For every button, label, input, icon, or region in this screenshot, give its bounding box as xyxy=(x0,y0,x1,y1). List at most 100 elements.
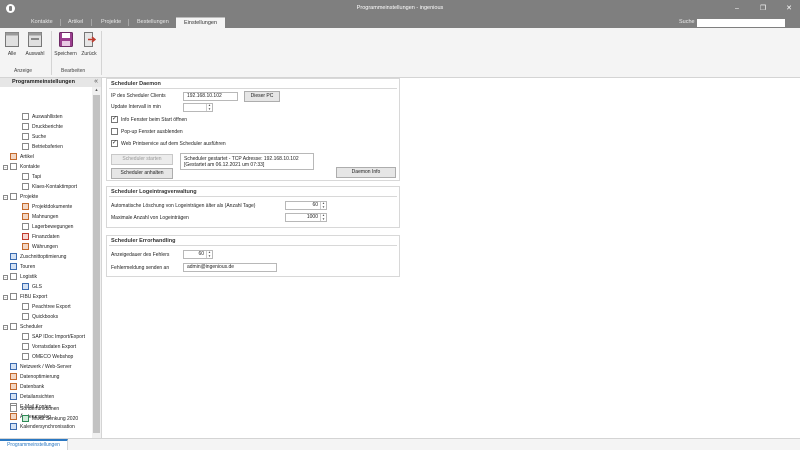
sidebar-item-sap-idoc[interactable]: SAP IDoc Import/Export xyxy=(22,333,85,342)
sidebar-item-scheduler[interactable]: Scheduler xyxy=(10,323,43,332)
sidebar-header: Programmeinstellungen « xyxy=(0,78,101,87)
sidebar-item-artikel[interactable]: Artikel xyxy=(10,153,34,162)
sidebar-item-waehrungen[interactable]: Währungen xyxy=(22,243,58,252)
show-selection-button[interactable]: Auswahl xyxy=(24,32,46,57)
show-all-button[interactable]: Alle xyxy=(4,32,20,57)
search-label: Suche xyxy=(679,19,695,25)
sidebar-item-gls[interactable]: GLS xyxy=(22,283,42,292)
sidebar-item-druckberichte[interactable]: Druckberichte xyxy=(22,123,63,132)
save-button[interactable]: Speichern xyxy=(53,32,78,57)
panel-title-log: Scheduler Logeintragverwaltung xyxy=(111,189,197,195)
sidebar-item-sonderfunktionen[interactable]: Sonderfunktionen xyxy=(3,405,59,414)
sidebar-item-mahnungen[interactable]: Mahnungen xyxy=(22,213,58,222)
scroll-up-icon[interactable]: ▲ xyxy=(92,87,101,94)
spinner-arrows-icon[interactable]: ▲ ▼ xyxy=(320,213,326,221)
spinner-arrows-icon[interactable]: ▲ ▼ xyxy=(320,201,326,209)
sidebar-item-auswahllisten[interactable]: Auswahllisten xyxy=(22,113,63,122)
sidebar-item-touren[interactable]: Touren xyxy=(10,263,35,272)
sidebar-item-vorratsdaten-export[interactable]: Vorratsdaten Export xyxy=(22,343,76,352)
collapse-logistik-icon[interactable]: − xyxy=(3,275,8,280)
spinner-arrows-icon[interactable]: ▲ ▼ xyxy=(206,250,212,258)
gls-icon xyxy=(22,283,29,291)
spinner-arrows-icon[interactable]: ▲ ▼ xyxy=(206,103,212,111)
interval-spinner[interactable]: ▲ ▼ xyxy=(183,103,213,112)
this-pc-button[interactable]: Dieser PC xyxy=(244,91,280,102)
sidebar-item-kontakte[interactable]: Kontakte xyxy=(10,163,40,172)
document-tab-strip: Programmeinstellungen xyxy=(0,438,800,450)
tab-bestellungen[interactable]: Bestellungen xyxy=(137,17,169,28)
group-separator xyxy=(101,31,102,75)
sidebar-item-netzwerk[interactable]: Netzwerk / Web-Server xyxy=(10,363,72,372)
collapse-fibu-icon[interactable]: − xyxy=(3,295,8,300)
sidebar-item-lagerbewegungen[interactable]: Lagerbewegungen xyxy=(22,223,73,232)
tax-icon xyxy=(22,415,29,423)
error-duration-spinner[interactable]: 60 ▲ ▼ xyxy=(183,250,213,259)
project-icon xyxy=(10,193,17,201)
web-printservice-checkbox[interactable]: ✓ xyxy=(111,140,118,147)
search-input[interactable] xyxy=(697,19,785,27)
start-scheduler-button[interactable]: Scheduler starten xyxy=(111,154,173,165)
detail-view-icon xyxy=(10,393,17,401)
back-button[interactable]: Zurück xyxy=(79,32,99,57)
info-window-label: Info Fenster beim Start öffnen xyxy=(121,117,188,123)
back-label: Zurück xyxy=(81,51,97,57)
sidebar-item-klaes-kontaktimport[interactable]: Klaes-Kontaktimport xyxy=(22,183,77,192)
sidebar-item-detailansichten[interactable]: Detailansichten xyxy=(10,393,54,402)
group-label-bearbeiten: Bearbeiten xyxy=(61,68,86,74)
daemon-info-button[interactable]: Daemon Info xyxy=(336,167,396,178)
import-icon xyxy=(22,183,29,191)
sidebar-item-projekte[interactable]: Projekte xyxy=(10,193,38,202)
collapse-kontakte-icon[interactable]: − xyxy=(3,165,8,170)
tab-kontakte[interactable]: Kontakte xyxy=(31,17,53,28)
collapse-icon[interactable]: « xyxy=(94,78,98,85)
collapse-scheduler-icon[interactable]: − xyxy=(3,325,8,330)
sidebar-item-mwst-senkung[interactable]: MwSt Senkung 2020 xyxy=(22,415,78,424)
sidebar-item-finanzdaten[interactable]: Finanzdaten xyxy=(22,233,60,242)
sidebar-item-zuschnittoptimierung[interactable]: Zuschnittoptimierung xyxy=(10,253,66,262)
export-icon xyxy=(22,313,29,321)
optimize-icon xyxy=(10,373,17,381)
close-icon[interactable]: ✕ xyxy=(780,2,798,15)
sidebar-item-datenbank[interactable]: Datenbank xyxy=(10,383,44,392)
ribbon-toolbar: Alle Auswahl Anzeige Speichern Zurück Be… xyxy=(0,28,800,78)
sidebar-item-kalendersynchronisation[interactable]: Kalendersynchronisation xyxy=(10,423,75,432)
auto-delete-spinner[interactable]: 60 ▲ ▼ xyxy=(285,201,327,210)
finance-icon xyxy=(22,233,29,241)
sidebar-item-peachtree-export[interactable]: Peachtree Export xyxy=(22,303,71,312)
sidebar-item-projektdokumente[interactable]: Projektdokumente xyxy=(22,203,72,212)
ip-input[interactable]: 192.168.10.102 xyxy=(183,92,238,101)
popup-hide-checkbox[interactable] xyxy=(111,128,118,135)
info-window-checkbox[interactable]: ✓ xyxy=(111,116,118,123)
export-icon xyxy=(22,343,29,351)
sidebar-item-omeco-webshop[interactable]: OMECO Webshop xyxy=(22,353,73,362)
max-entries-value: 1000 xyxy=(306,214,318,220)
ip-label: IP des Scheduler Clients xyxy=(111,93,166,99)
sidebar-item-datenoptimierung[interactable]: Datenoptimierung xyxy=(10,373,59,382)
changelog-icon xyxy=(10,413,17,421)
tab-projekte[interactable]: Projekte xyxy=(101,17,121,28)
sidebar-item-fibu-export[interactable]: FIBU Export xyxy=(10,293,47,302)
tour-icon xyxy=(10,263,17,271)
max-entries-spinner[interactable]: 1000 ▲ ▼ xyxy=(285,213,327,222)
show-selection-label: Auswahl xyxy=(25,51,45,57)
minimize-icon[interactable]: – xyxy=(728,2,746,15)
sidebar-scrollbar[interactable]: ▲ xyxy=(92,87,101,438)
tab-artikel[interactable]: Artikel xyxy=(68,17,83,28)
collapse-projekte-icon[interactable]: − xyxy=(3,195,8,200)
divider xyxy=(109,245,397,246)
divider xyxy=(109,196,397,197)
stop-scheduler-button[interactable]: Scheduler anhalten xyxy=(111,168,173,179)
save-label: Speichern xyxy=(54,51,77,57)
calendar-sync-icon xyxy=(10,423,17,431)
tab-separator xyxy=(60,19,61,26)
maximize-icon[interactable]: ❐ xyxy=(754,2,772,15)
error-email-input[interactable]: admin@ingenious.de xyxy=(183,263,277,272)
sidebar-item-quickbooks[interactable]: Quickbooks xyxy=(22,313,58,322)
sidebar-item-tapi[interactable]: Tapi xyxy=(22,173,41,182)
sidebar-item-logistik[interactable]: Logistik xyxy=(10,273,37,282)
scroll-thumb[interactable] xyxy=(93,95,100,433)
sidebar-item-betriebsferien[interactable]: Betriebsferien xyxy=(22,143,63,152)
tab-einstellungen[interactable]: Einstellungen xyxy=(176,17,226,28)
tab-programmeinstellungen[interactable]: Programmeinstellungen xyxy=(0,439,68,450)
sidebar-item-suche[interactable]: Suche xyxy=(22,133,46,142)
